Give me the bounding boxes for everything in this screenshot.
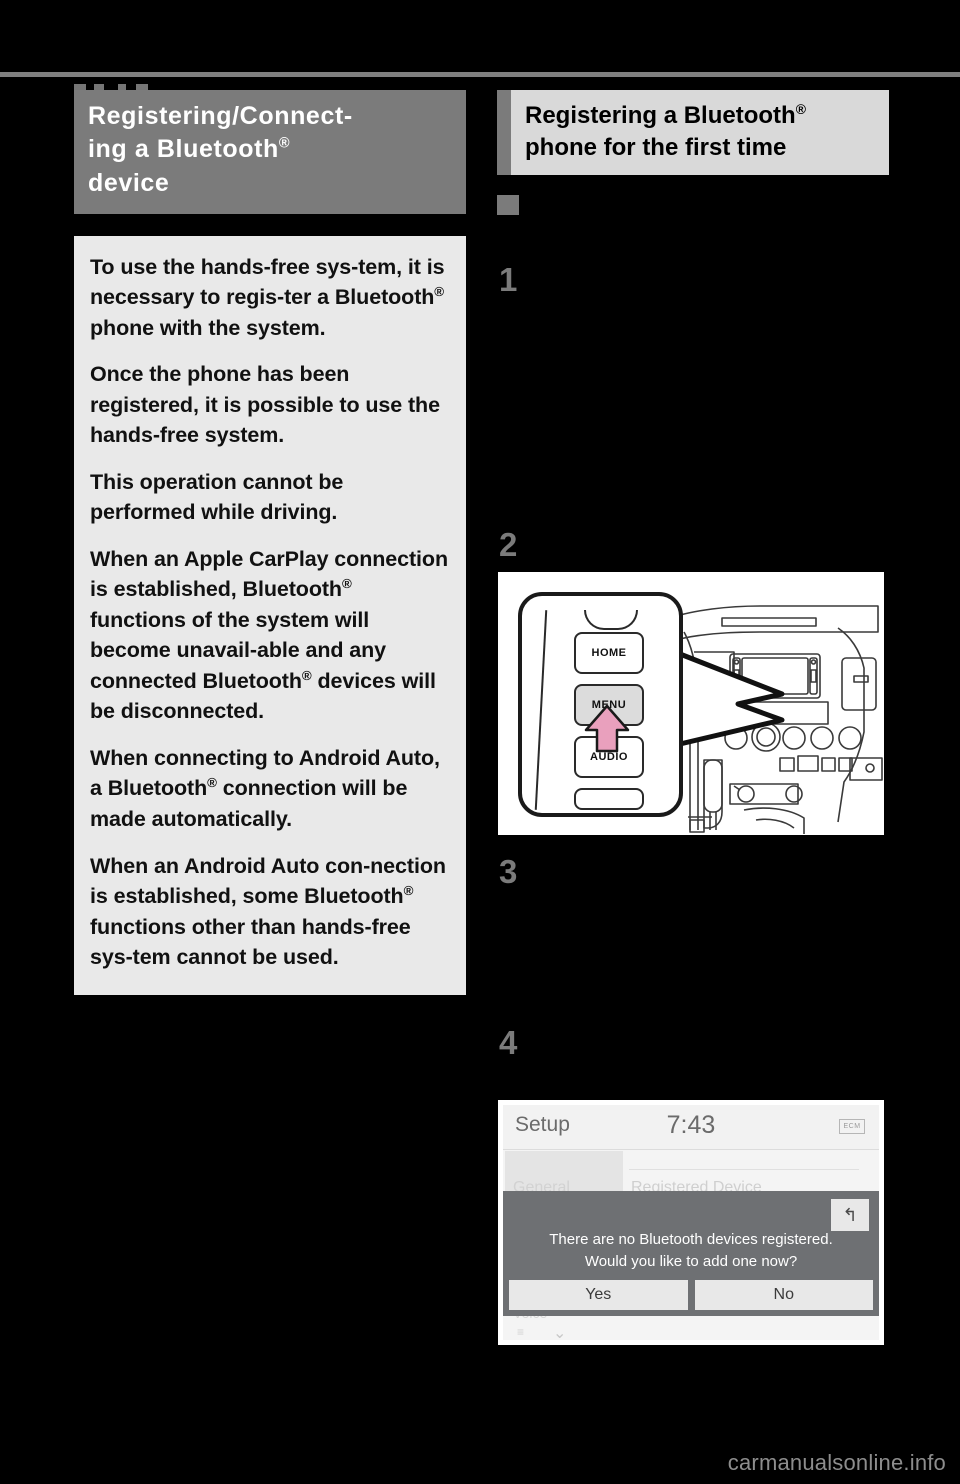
chevron-down-icon[interactable]: ⌄	[553, 1323, 566, 1340]
heading-line-2: phone for the first time	[525, 133, 787, 161]
step-number-4: 4	[499, 1024, 518, 1061]
dialog-button-row: Yes No	[509, 1280, 873, 1310]
registered-trademark-symbol: ®	[341, 576, 352, 592]
headunit-clock: 7:43	[666, 1111, 716, 1139]
back-arrow-icon[interactable]: ↰	[831, 1199, 869, 1231]
step-number-2: 2	[499, 526, 518, 563]
step-number-3: 3	[499, 853, 518, 890]
note-4-a: When an Apple CarPlay connection is esta…	[90, 546, 448, 602]
pink-press-arrow-icon	[584, 704, 630, 753]
step-4-text	[536, 1025, 881, 1085]
note-paragraph-2: Once the phone has been registered, it i…	[90, 362, 440, 448]
registered-trademark-symbol: ®	[278, 135, 290, 152]
step-3-text	[536, 854, 881, 994]
headunit-screen: Setup 7:43 ECM General Registered Device…	[503, 1105, 879, 1340]
manual-page: Registering/Connect- ing a Bluetooth® de…	[0, 0, 960, 1484]
note-1-text: To use the hands-free sys-tem, it is nec…	[90, 254, 445, 310]
note-paragraph-6: When an Android Auto con-nection is esta…	[90, 851, 450, 973]
figure-dashboard-menu-button: HOME MENU AUDIO	[497, 571, 885, 836]
dashboard-illustration: HOME MENU AUDIO	[498, 572, 884, 835]
step-2-text	[536, 527, 881, 561]
registered-trademark-symbol: ®	[301, 667, 312, 683]
step-1-text	[536, 262, 881, 492]
yes-button[interactable]: Yes	[509, 1280, 688, 1310]
square-bullet-icon	[497, 195, 519, 215]
heading-line-1: Registering/Connect-	[88, 102, 353, 130]
steering-switch-callout: HOME MENU AUDIO	[518, 592, 683, 817]
registered-trademark-symbol: ®	[207, 775, 217, 791]
registered-trademark-symbol: ®	[403, 882, 414, 898]
heading-line-2: ing a Bluetooth	[88, 135, 279, 164]
extra-button[interactable]	[574, 788, 644, 810]
note-paragraph-4: When an Apple CarPlay connection is esta…	[90, 544, 450, 727]
no-button[interactable]: No	[694, 1280, 873, 1310]
left-column: Registering/Connect- ing a Bluetooth® de…	[74, 90, 466, 995]
heading-text-block: Registering a Bluetooth® phone for the f…	[511, 90, 889, 176]
note-6-b: functions other than hands-free sys-tem …	[90, 914, 411, 970]
note-6-a: When an Android Auto con-nection is esta…	[90, 853, 446, 909]
page-top-rule	[0, 72, 960, 77]
note-paragraph-1: To use the hands-free sys-tem, it is nec…	[90, 252, 450, 344]
section-heading-registering-first-time: Registering a Bluetooth® phone for the f…	[497, 90, 889, 176]
note-paragraph-5: When connecting to Android Auto, a Bluet…	[90, 743, 450, 835]
section-heading-registering-connecting: Registering/Connect- ing a Bluetooth® de…	[74, 90, 466, 214]
step-number-1: 1	[499, 261, 518, 298]
site-watermark: carmanualsonline.info	[727, 1450, 946, 1475]
heading-accent-bar	[497, 90, 511, 176]
registered-trademark-symbol: ®	[434, 284, 445, 300]
steering-wheel-edge-line	[534, 610, 548, 810]
steering-wheel-arc	[584, 610, 638, 630]
heading-line-1: Registering a Bluetooth	[525, 102, 796, 129]
information-note-box: To use the hands-free sys-tem, it is nec…	[74, 235, 466, 995]
bluetooth-registration-dialog: ↰ There are no Bluetooth devices registe…	[503, 1191, 879, 1316]
callout-leader-line	[678, 651, 785, 747]
home-button[interactable]: HOME	[574, 632, 644, 674]
heading-line-3: device	[88, 168, 170, 197]
headunit-divider	[629, 1169, 859, 1170]
dialog-message: There are no Bluetooth devices registere…	[503, 1229, 879, 1273]
note-1-tail: phone with the system.	[90, 315, 326, 340]
headunit-menu-glyph: ≡	[517, 1325, 525, 1339]
note-paragraph-3: This operation cannot be performed while…	[90, 469, 344, 525]
dialog-message-line-1: There are no Bluetooth devices registere…	[549, 1231, 833, 1248]
figure-headunit-setup-dialog: Setup 7:43 ECM General Registered Device…	[497, 1099, 885, 1346]
registered-trademark-symbol: ®	[795, 101, 806, 117]
headunit-status-icon: ECM	[839, 1119, 865, 1134]
dialog-message-line-2: Would you like to add one now?	[584, 1252, 798, 1270]
right-column: Registering a Bluetooth® phone for the f…	[497, 90, 889, 176]
